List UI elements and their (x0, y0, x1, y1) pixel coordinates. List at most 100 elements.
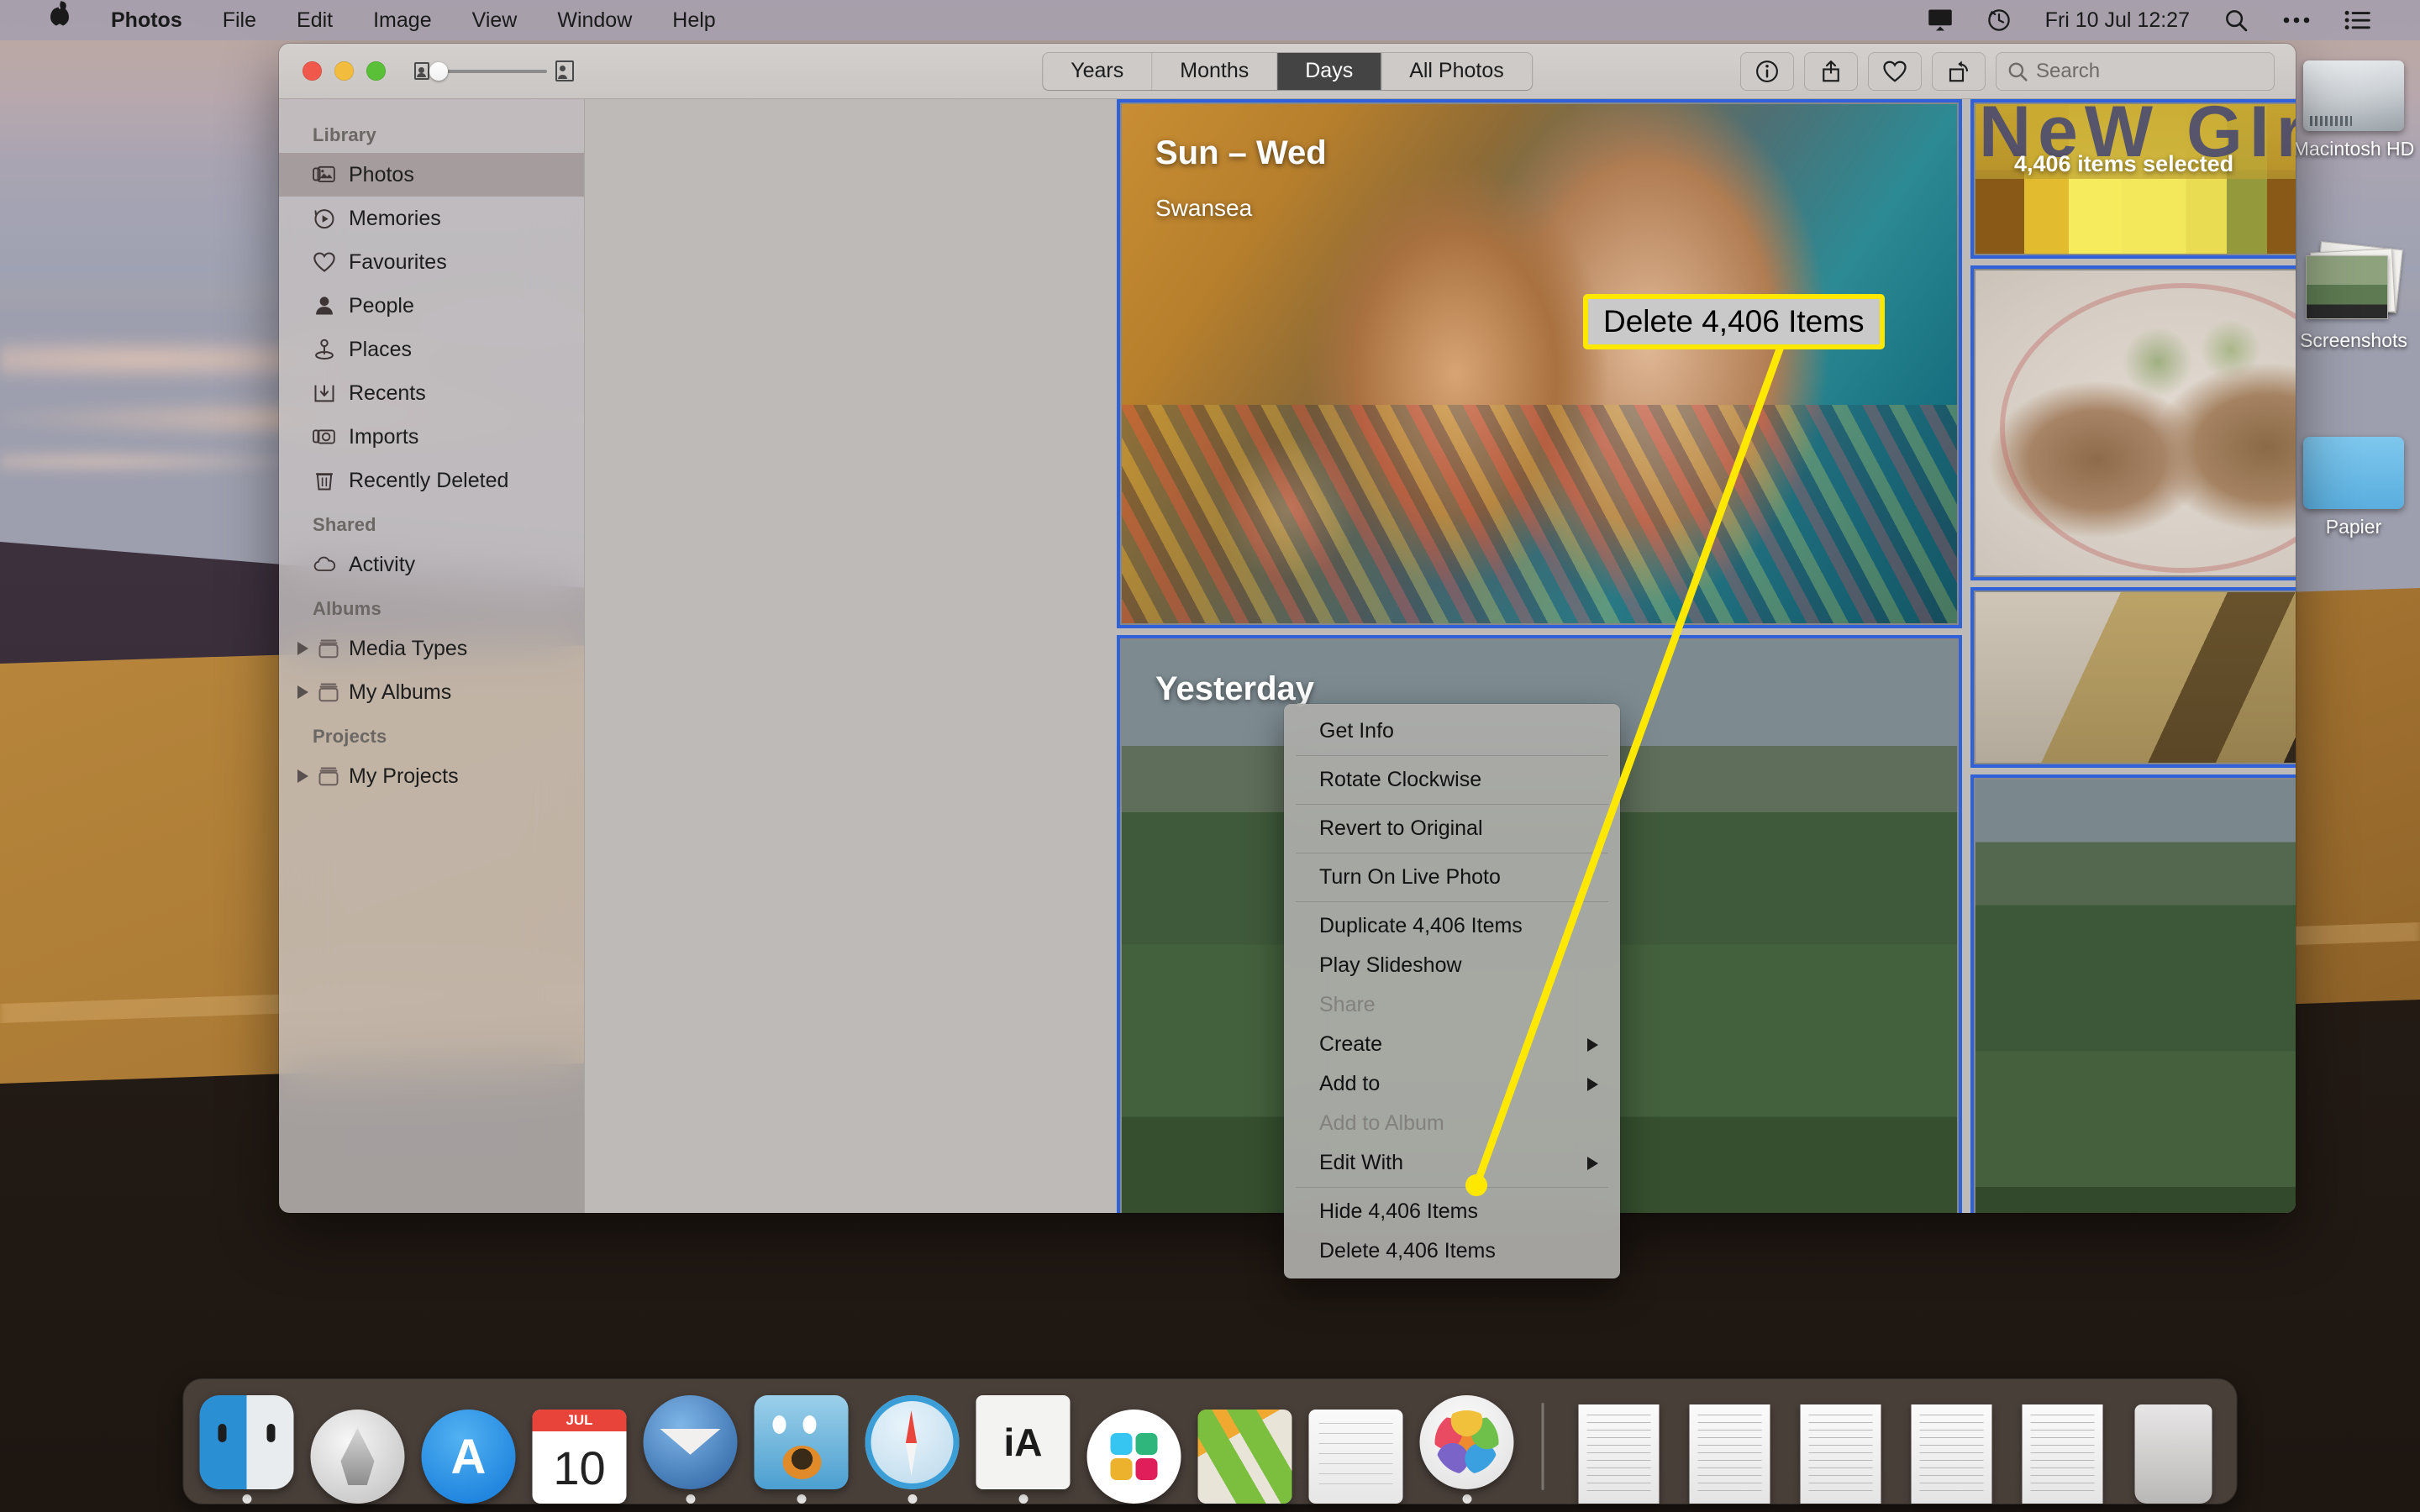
menu-separator (1296, 804, 1608, 805)
dock-item-transmit[interactable] (754, 1391, 850, 1504)
sidebar-item-activity[interactable]: Activity (279, 543, 584, 586)
slider-knob[interactable] (429, 61, 448, 81)
dock-item-safari[interactable] (865, 1391, 960, 1504)
sidebar-item-favourites[interactable]: Favourites (279, 240, 584, 284)
sidebar-item-memories[interactable]: Memories (279, 197, 584, 240)
sidebar-item-photos[interactable]: Photos (279, 153, 584, 197)
dock-item-finder[interactable] (199, 1391, 295, 1504)
ellipsis-icon[interactable] (2265, 15, 2328, 25)
context-menu-item-hide-items[interactable]: Hide 4,406 Items (1284, 1192, 1620, 1231)
info-button[interactable] (1741, 52, 1793, 90)
time-machine-icon[interactable] (1970, 8, 2028, 33)
tab-months[interactable]: Months (1152, 52, 1278, 90)
search-input[interactable]: Search (2036, 60, 2100, 83)
photo-cell-pizza[interactable] (1970, 587, 2296, 768)
share-button[interactable] (1805, 52, 1857, 90)
close-button[interactable] (302, 61, 322, 81)
desktop-icon-label: Papier (2325, 516, 2382, 538)
dock-item-thunderbird[interactable] (643, 1391, 739, 1504)
context-menu-item-add-to[interactable]: Add to (1284, 1064, 1620, 1104)
desktop-icon-screenshots[interactable]: Screenshots (2274, 241, 2420, 352)
dock-item-calendar[interactable]: JUL 10 (532, 1391, 628, 1504)
sidebar-section-library: Library (313, 124, 376, 145)
disclosure-triangle-icon[interactable] (297, 769, 308, 783)
day-group-title: Sun – Wed (1155, 134, 1327, 171)
context-menu-item-play-slideshow[interactable]: Play Slideshow (1284, 946, 1620, 985)
dock-item-notes[interactable] (1308, 1391, 1404, 1504)
notification-center-icon[interactable] (2328, 9, 2388, 31)
sidebar-item-recents[interactable]: Recents (279, 371, 584, 415)
search-field[interactable]: Search (1996, 52, 2274, 90)
context-menu-item-turn-on-live-photo[interactable]: Turn On Live Photo (1284, 858, 1620, 897)
submenu-arrow-icon (1587, 1156, 1598, 1170)
photo-thumbnail (1975, 592, 2296, 763)
dock-document-5[interactable] (2015, 1391, 2111, 1504)
desktop-icon-macintosh-hd[interactable]: Macintosh HD (2274, 60, 2420, 160)
apple-menu[interactable] (29, 0, 91, 40)
tab-all-photos[interactable]: All Photos (1381, 53, 1532, 90)
photo-cell-hero[interactable]: Sun – Wed Swansea (1117, 99, 1962, 628)
sidebar-section-shared: Shared (313, 514, 376, 535)
minimize-button[interactable] (334, 61, 354, 81)
context-menu-item-get-info[interactable]: Get Info (1284, 711, 1620, 751)
menu-item-view[interactable]: View (452, 0, 538, 40)
context-menu-item-rotate-clockwise[interactable]: Rotate Clockwise (1284, 760, 1620, 800)
slider-track[interactable] (429, 61, 547, 81)
photo-cell-new-girl[interactable]: 4,406 items selected (1970, 99, 2296, 259)
menu-item-file[interactable]: File (203, 0, 276, 40)
transmit-icon (754, 1395, 849, 1489)
sidebar-item-imports[interactable]: Imports (279, 415, 584, 459)
kaleidoscope-icon (1197, 1410, 1292, 1504)
thumbnail-size-slider[interactable] (414, 60, 574, 81)
dock-item-app-store[interactable] (421, 1391, 517, 1504)
view-mode-segmented-control[interactable]: Years Months Days All Photos (1043, 52, 1532, 90)
menu-item-window[interactable]: Window (537, 0, 652, 40)
disclosure-triangle-icon[interactable] (297, 642, 308, 655)
dock: JUL 10 (183, 1379, 2237, 1504)
context-menu-item-create[interactable]: Create (1284, 1025, 1620, 1064)
dock-item-photos[interactable] (1419, 1391, 1515, 1504)
menu-item-image[interactable]: Image (353, 0, 451, 40)
context-menu-item-delete-items[interactable]: Delete 4,406 Items (1284, 1231, 1620, 1271)
photo-cell-tacos[interactable]: +2 (1970, 265, 2296, 580)
menubar-clock[interactable]: Fri 10 Jul 12:27 (2028, 8, 2207, 33)
context-menu-item-revert-to-original[interactable]: Revert to Original (1284, 809, 1620, 848)
context-menu-item-duplicate-items[interactable]: Duplicate 4,406 Items (1284, 906, 1620, 946)
favourite-button[interactable] (1869, 52, 1921, 90)
sidebar-item-recently-deleted[interactable]: Recently Deleted (279, 459, 584, 502)
spotlight-search-icon[interactable] (2207, 8, 2265, 33)
sidebar-item-my-albums[interactable]: My Albums (279, 670, 584, 714)
dock-document-4[interactable] (1904, 1391, 2000, 1504)
menu-item-help[interactable]: Help (652, 0, 735, 40)
dock-item-slack[interactable] (1086, 1391, 1182, 1504)
dock-document-2[interactable] (1682, 1391, 1778, 1504)
zoom-button[interactable] (366, 61, 386, 81)
photo-thumbnail (1975, 270, 2296, 575)
trash-icon (313, 469, 336, 492)
display-icon[interactable] (1911, 8, 1970, 32)
dock-item-launchpad[interactable] (310, 1391, 406, 1504)
memories-icon (313, 207, 336, 230)
tab-years[interactable]: Years (1043, 52, 1153, 90)
sidebar-item-people[interactable]: People (279, 284, 584, 328)
dock-item-ia-writer[interactable] (976, 1391, 1071, 1504)
context-menu-item-edit-with[interactable]: Edit With (1284, 1143, 1620, 1183)
folder-icon (317, 637, 340, 660)
rotate-button[interactable] (1933, 52, 1985, 90)
tab-days[interactable]: Days (1277, 52, 1382, 90)
disclosure-triangle-icon[interactable] (297, 685, 308, 699)
dock-document-3[interactable] (1793, 1391, 1889, 1504)
menu-item-edit[interactable]: Edit (276, 0, 353, 40)
thumbnail-large-icon (555, 60, 574, 81)
sidebar-item-places[interactable]: Places (279, 328, 584, 371)
dock-item-kaleidoscope[interactable] (1197, 1391, 1293, 1504)
dock-document-1[interactable] (1571, 1391, 1667, 1504)
sidebar-item-my-projects[interactable]: My Projects (279, 754, 584, 798)
menu-item-photos[interactable]: Photos (91, 0, 203, 40)
folder-icon (317, 764, 340, 788)
desktop-icon-papier[interactable]: Papier (2274, 437, 2420, 538)
sidebar-section-projects: Projects (313, 726, 387, 747)
dock-item-trash[interactable] (2126, 1391, 2222, 1504)
photo-cell-garden-thumb[interactable] (1970, 774, 2296, 1213)
sidebar-item-media-types[interactable]: Media Types (279, 627, 584, 670)
